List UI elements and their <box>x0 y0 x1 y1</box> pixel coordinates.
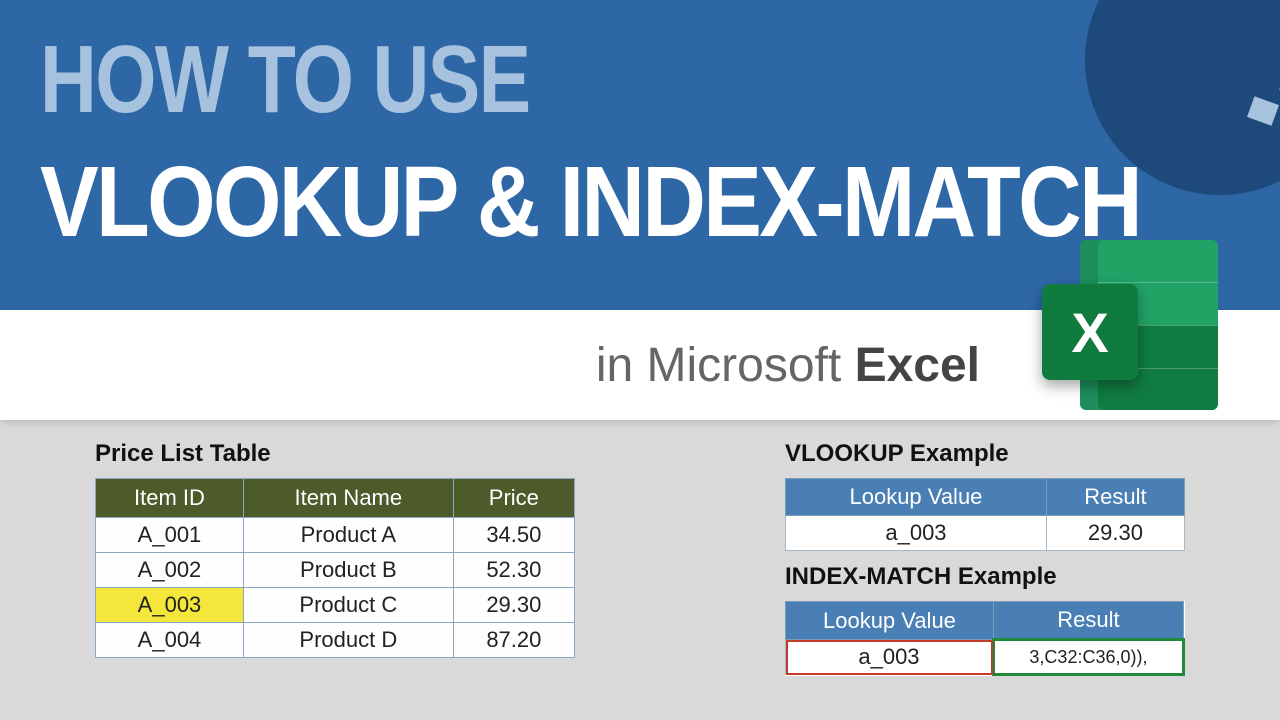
excel-icon: X <box>1020 240 1220 430</box>
vlookup-table: Lookup Value Result a_003 29.30 <box>785 478 1185 551</box>
excel-x-letter: X <box>1071 300 1108 365</box>
indexmatch-result-cell[interactable]: 3,C32:C36,0)), <box>993 640 1183 675</box>
cell-id[interactable]: A_003 <box>96 588 244 623</box>
vlookup-col-lookup[interactable]: Lookup Value <box>786 479 1047 516</box>
indexmatch-col-result[interactable]: Result <box>993 602 1183 640</box>
vlookup-result-cell[interactable]: 29.30 <box>1046 516 1184 551</box>
cell-price[interactable]: 52.30 <box>453 553 574 588</box>
vlookup-title: VLOOKUP Example <box>785 440 1185 468</box>
price-list-title: Price List Table <box>95 440 575 468</box>
indexmatch-table: Lookup Value Result a_003 3,C32:C36,0)), <box>785 601 1185 676</box>
table-row: A_004Product D87.20 <box>96 623 575 658</box>
indexmatch-col-lookup[interactable]: Lookup Value <box>786 602 994 640</box>
table-row: a_003 29.30 <box>786 516 1185 551</box>
price-list-panel: Price List Table Item ID Item Name Price… <box>95 440 575 720</box>
table-row: a_003 3,C32:C36,0)), <box>786 640 1184 675</box>
banner-line1: HOW TO USE <box>40 25 529 135</box>
cell-name[interactable]: Product D <box>243 623 453 658</box>
subtitle-text: in Microsoft Excel <box>596 338 980 393</box>
cell-name[interactable]: Product A <box>243 518 453 553</box>
cell-id[interactable]: A_004 <box>96 623 244 658</box>
examples-panel: VLOOKUP Example Lookup Value Result a_00… <box>785 440 1185 720</box>
brand-logo <box>1070 0 1280 210</box>
vlookup-col-result[interactable]: Result <box>1046 479 1184 516</box>
col-item-id[interactable]: Item ID <box>96 479 244 518</box>
price-list-table: Item ID Item Name Price A_001Product A34… <box>95 478 575 658</box>
vlookup-lookup-cell[interactable]: a_003 <box>786 516 1047 551</box>
cell-id[interactable]: A_001 <box>96 518 244 553</box>
banner-line2: VLOOKUP & INDEX-MATCH <box>40 145 1140 260</box>
table-row: A_001Product A34.50 <box>96 518 575 553</box>
cell-price[interactable]: 29.30 <box>453 588 574 623</box>
cell-price[interactable]: 87.20 <box>453 623 574 658</box>
subtitle-prefix: in Microsoft <box>596 339 855 392</box>
col-price[interactable]: Price <box>453 479 574 518</box>
table-row: A_002Product B52.30 <box>96 553 575 588</box>
indexmatch-lookup-cell[interactable]: a_003 <box>786 640 994 675</box>
subtitle-strong: Excel <box>855 339 980 392</box>
table-row: A_003Product C29.30 <box>96 588 575 623</box>
cell-price[interactable]: 34.50 <box>453 518 574 553</box>
indexmatch-title: INDEX-MATCH Example <box>785 563 1185 591</box>
cell-id[interactable]: A_002 <box>96 553 244 588</box>
col-item-name[interactable]: Item Name <box>243 479 453 518</box>
cell-name[interactable]: Product B <box>243 553 453 588</box>
cell-name[interactable]: Product C <box>243 588 453 623</box>
